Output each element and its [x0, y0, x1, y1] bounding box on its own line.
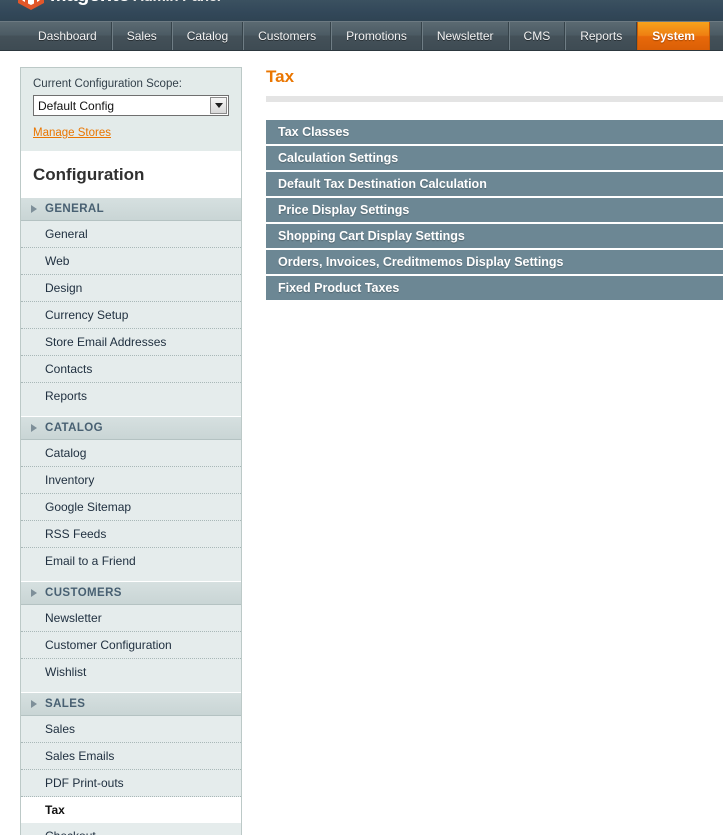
chevron-right-icon: [31, 589, 37, 597]
nav-item-system[interactable]: System: [637, 22, 710, 50]
sidebar-section-general-body: General Web Design Currency Setup Store …: [21, 221, 241, 416]
logo-subtitle: Admin Panel: [133, 0, 221, 5]
main-content: Tax Tax Classes Calculation Settings Def…: [242, 67, 723, 302]
main-navigation: Dashboard Sales Catalog Customers Promot…: [0, 21, 723, 51]
collapsible-shopping-cart-display-settings[interactable]: Shopping Cart Display Settings: [266, 224, 723, 250]
nav-item-catalog[interactable]: Catalog: [171, 22, 244, 50]
sidebar-item-customer-configuration[interactable]: Customer Configuration: [21, 632, 241, 659]
sidebar-item-checkout[interactable]: Checkout: [21, 823, 241, 835]
nav-item-newsletter[interactable]: Newsletter: [421, 22, 509, 50]
chevron-down-icon[interactable]: [210, 97, 227, 114]
collapsible-fixed-product-taxes[interactable]: Fixed Product Taxes: [266, 276, 723, 302]
collapsible-tax-classes[interactable]: Tax Classes: [266, 120, 723, 146]
scope-select-value: Default Config: [38, 98, 115, 113]
sidebar-item-newsletter[interactable]: Newsletter: [21, 605, 241, 632]
sidebar-item-catalog[interactable]: Catalog: [21, 440, 241, 467]
sidebar-item-google-sitemap[interactable]: Google Sitemap: [21, 494, 241, 521]
configuration-sidebar: Current Configuration Scope: Default Con…: [20, 67, 242, 835]
manage-stores-link[interactable]: Manage Stores: [33, 127, 111, 139]
scope-select[interactable]: Default Config: [33, 95, 229, 116]
sidebar-item-wishlist[interactable]: Wishlist: [21, 659, 241, 685]
sidebar-item-email-to-a-friend[interactable]: Email to a Friend: [21, 548, 241, 574]
scope-label: Current Configuration Scope:: [33, 78, 182, 90]
page-body: Current Configuration Scope: Default Con…: [0, 51, 723, 835]
sidebar-section-customers[interactable]: CUSTOMERS: [21, 581, 241, 605]
sidebar-item-inventory[interactable]: Inventory: [21, 467, 241, 494]
sidebar-item-rss-feeds[interactable]: RSS Feeds: [21, 521, 241, 548]
scope-selector-panel: Current Configuration Scope: Default Con…: [20, 67, 242, 151]
nav-item-sales[interactable]: Sales: [111, 22, 172, 50]
tax-collapsible-sections: Tax Classes Calculation Settings Default…: [266, 120, 723, 302]
nav-item-promotions[interactable]: Promotions: [331, 22, 422, 50]
title-divider: [266, 96, 723, 102]
sidebar-item-store-email-addresses[interactable]: Store Email Addresses: [21, 329, 241, 356]
sidebar-section-label: CATALOG: [45, 422, 103, 434]
magento-shield-icon: [18, 0, 44, 10]
sidebar-section-label: CUSTOMERS: [45, 587, 122, 599]
chevron-right-icon: [31, 205, 37, 213]
sidebar-section-sales[interactable]: SALES: [21, 692, 241, 716]
sidebar-section-general[interactable]: GENERAL: [21, 197, 241, 221]
sidebar-item-general[interactable]: General: [21, 221, 241, 248]
nav-item-reports[interactable]: Reports: [565, 22, 638, 50]
collapsible-calculation-settings[interactable]: Calculation Settings: [266, 146, 723, 172]
configuration-heading: Configuration: [20, 151, 242, 197]
page-title: Tax: [266, 67, 295, 86]
sidebar-section-label: GENERAL: [45, 203, 105, 215]
magento-logo[interactable]: MagentoAdmin Panel: [18, 0, 221, 10]
sidebar-section-catalog[interactable]: CATALOG: [21, 416, 241, 440]
nav-item-cms[interactable]: CMS: [508, 22, 566, 50]
sidebar-item-sales-emails[interactable]: Sales Emails: [21, 743, 241, 770]
collapsible-orders-invoices-creditmemos-display-settings[interactable]: Orders, Invoices, Creditmemos Display Se…: [266, 250, 723, 276]
sidebar-section-sales-body: Sales Sales Emails PDF Print-outs Tax Ch…: [21, 716, 241, 835]
sidebar-item-tax[interactable]: Tax: [21, 797, 241, 823]
logo-title: MagentoAdmin Panel: [50, 0, 221, 7]
sidebar-item-reports[interactable]: Reports: [21, 383, 241, 409]
sidebar-item-pdf-print-outs[interactable]: PDF Print-outs: [21, 770, 241, 797]
nav-item-dashboard[interactable]: Dashboard: [24, 22, 112, 50]
sidebar-section-catalog-body: Catalog Inventory Google Sitemap RSS Fee…: [21, 440, 241, 581]
sidebar-item-web[interactable]: Web: [21, 248, 241, 275]
nav-item-customers[interactable]: Customers: [243, 22, 332, 50]
sidebar-item-design[interactable]: Design: [21, 275, 241, 302]
sidebar-item-currency-setup[interactable]: Currency Setup: [21, 302, 241, 329]
chevron-right-icon: [31, 424, 37, 432]
chevron-right-icon: [31, 700, 37, 708]
sidebar-item-sales[interactable]: Sales: [21, 716, 241, 743]
collapsible-price-display-settings[interactable]: Price Display Settings: [266, 198, 723, 224]
sidebar-section-customers-body: Newsletter Customer Configuration Wishli…: [21, 605, 241, 692]
collapsible-default-tax-destination-calculation[interactable]: Default Tax Destination Calculation: [266, 172, 723, 198]
admin-header: MagentoAdmin Panel: [0, 0, 723, 21]
sidebar-section-label: SALES: [45, 698, 86, 710]
sidebar-item-contacts[interactable]: Contacts: [21, 356, 241, 383]
sidebar-sections: GENERAL General Web Design Currency Setu…: [20, 197, 242, 835]
